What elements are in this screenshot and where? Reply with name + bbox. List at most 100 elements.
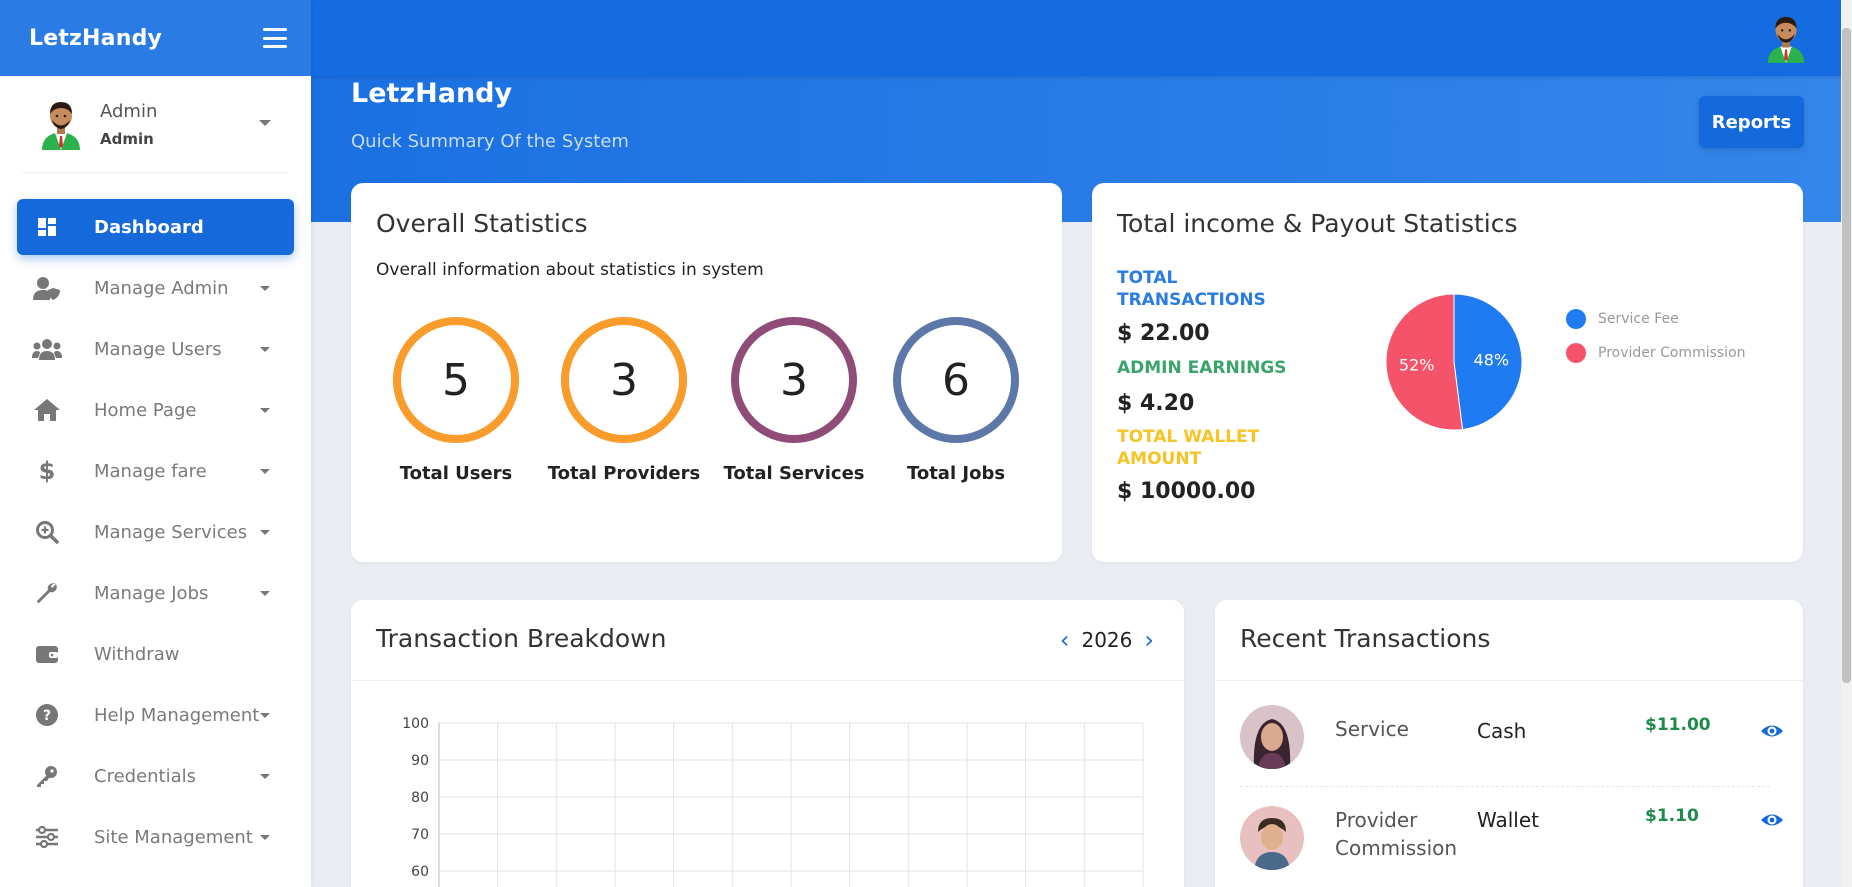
page-subtitle: Quick Summary Of the System — [351, 131, 629, 152]
sidebar-item-label: Manage fare — [94, 460, 207, 482]
transaction-row[interactable]: Provider Commission Wallet $1.10 — [1240, 806, 1783, 887]
user-shield-icon — [32, 273, 62, 303]
sidebar-item-manage-jobs[interactable]: Manage Jobs — [17, 565, 294, 621]
sidebar-item-home-page[interactable]: Home Page — [17, 382, 294, 438]
card-title: Total income & Payout Statistics — [1117, 209, 1518, 238]
stat-label: Total Services — [723, 463, 865, 484]
chart-legend: Service Fee Provider Commission — [1566, 309, 1746, 377]
reports-button[interactable]: Reports — [1699, 96, 1804, 148]
top-header — [311, 0, 1852, 76]
pie-slice-label-1: 52% — [1399, 355, 1435, 374]
stat-label: Total Providers — [547, 463, 701, 484]
y-tick-label: 100 — [402, 716, 429, 732]
stat-total-users[interactable]: 5 Total Users — [376, 317, 536, 484]
user-role: Admin — [100, 129, 154, 148]
sidebar-item-label: Credentials — [94, 765, 197, 787]
search-plus-icon — [32, 517, 62, 547]
chevron-right-icon[interactable]: › — [1138, 626, 1160, 654]
brand-bar: LetzHandy — [0, 0, 311, 76]
stat-total-jobs[interactable]: 6 Total Jobs — [876, 317, 1036, 484]
income-pie-chart: 48% 52% — [1385, 293, 1523, 431]
stat-ring: 3 — [731, 317, 857, 443]
sidebar-item-label: Manage Jobs — [94, 582, 209, 604]
sidebar-item-label: Home Page — [94, 399, 197, 421]
stat-ring: 3 — [561, 317, 687, 443]
divider — [1215, 680, 1803, 681]
chevron-down-icon — [260, 713, 270, 718]
sidebar-item-label: Dashboard — [94, 216, 204, 238]
sidebar-item-manage-services[interactable]: Manage Services — [17, 504, 294, 560]
transaction-amount: $1.10 — [1645, 806, 1699, 826]
transaction-breakdown-card: Transaction Breakdown ‹ 2026 › 100 90 80 70… — [351, 600, 1184, 887]
hamburger-menu-icon[interactable] — [263, 28, 287, 48]
card-title: Overall Statistics — [376, 209, 588, 238]
total-transactions-label: TOTAL TRANSACTIONS — [1117, 268, 1266, 310]
sidebar-item-site-management[interactable]: Site Management — [17, 809, 294, 865]
profile-avatar[interactable] — [1764, 12, 1808, 64]
card-subtitle: Overall information about statistics in … — [376, 260, 764, 280]
user-profile[interactable]: Admin Admin — [22, 76, 289, 173]
chevron-left-icon[interactable]: ‹ — [1054, 626, 1076, 654]
sidebar: LetzHandy Admin Admin Dashboard Manage A… — [0, 0, 311, 887]
sidebar-item-dashboard[interactable]: Dashboard — [17, 199, 294, 255]
legend-swatch — [1566, 309, 1586, 329]
legend-swatch — [1566, 343, 1586, 363]
sidebar-item-label: Help Management — [94, 704, 260, 726]
divider — [351, 680, 1184, 681]
sliders-icon — [32, 822, 62, 852]
chevron-down-icon[interactable] — [259, 120, 271, 126]
eye-icon[interactable] — [1760, 808, 1784, 832]
sidebar-item-manage-fare[interactable]: $ Manage fare — [17, 443, 294, 499]
legend-label: Provider Commission — [1598, 345, 1746, 361]
stat-label: Total Jobs — [906, 463, 1006, 484]
scrollbar-thumb[interactable] — [1842, 28, 1851, 683]
stat-total-services[interactable]: 3 Total Services — [714, 317, 874, 484]
transaction-breakdown-chart: 100 90 80 70 60 — [402, 716, 1144, 887]
user-name: Admin — [100, 100, 158, 122]
wrench-icon — [32, 578, 62, 608]
sidebar-item-credentials[interactable]: Credentials — [17, 748, 294, 804]
chevron-down-icon — [260, 774, 270, 779]
transaction-row[interactable]: Service Cash $11.00 — [1240, 705, 1783, 805]
sidebar-item-label: Withdraw — [94, 643, 180, 665]
chevron-down-icon — [260, 530, 270, 535]
sidebar-item-withdraw[interactable]: Withdraw — [17, 626, 294, 682]
stat-ring: 6 — [893, 317, 1019, 443]
stat-ring: 5 — [393, 317, 519, 443]
y-tick-label: 80 — [411, 790, 429, 806]
chevron-down-icon — [260, 347, 270, 352]
eye-icon[interactable] — [1760, 719, 1784, 743]
legend-item[interactable]: Service Fee — [1566, 309, 1746, 329]
pie-slice-label-0: 48% — [1474, 351, 1510, 370]
sidebar-item-label: Manage Users — [94, 338, 222, 360]
transaction-type: Service — [1335, 717, 1409, 741]
transaction-method: Wallet — [1477, 808, 1540, 832]
dollar-icon: $ — [38, 457, 56, 485]
dashboard-icon — [32, 212, 62, 242]
page-title: LetzHandy — [351, 78, 513, 109]
y-tick-label: 90 — [411, 753, 429, 769]
wallet-amount-label: TOTAL WALLET AMOUNT — [1117, 427, 1260, 469]
sidebar-menu: Dashboard Manage Admin Manage Users Home… — [0, 199, 311, 865]
sidebar-item-label: Manage Services — [94, 521, 248, 543]
brand-name[interactable]: LetzHandy — [29, 26, 162, 51]
sidebar-item-label: Site Management — [94, 826, 253, 848]
transaction-type: Provider Commission — [1335, 808, 1458, 860]
chevron-down-icon — [260, 591, 270, 596]
y-tick-label: 60 — [411, 864, 429, 880]
sidebar-item-help-management[interactable]: ? Help Management — [17, 687, 294, 743]
legend-label: Service Fee — [1598, 311, 1679, 327]
legend-item[interactable]: Provider Commission — [1566, 343, 1746, 363]
svg-text:?: ? — [43, 708, 51, 724]
page-scrollbar[interactable] — [1841, 0, 1852, 887]
card-title: Transaction Breakdown — [376, 624, 667, 653]
stat-label: Total Users — [399, 463, 513, 484]
transaction-avatar — [1240, 705, 1304, 769]
stat-total-providers[interactable]: 3 Total Providers — [544, 317, 704, 484]
help-icon: ? — [32, 700, 62, 730]
year-value: 2026 — [1081, 628, 1133, 652]
key-icon — [32, 761, 62, 791]
sidebar-item-manage-admin[interactable]: Manage Admin — [17, 260, 294, 316]
home-icon — [32, 395, 62, 425]
sidebar-item-manage-users[interactable]: Manage Users — [17, 321, 294, 377]
